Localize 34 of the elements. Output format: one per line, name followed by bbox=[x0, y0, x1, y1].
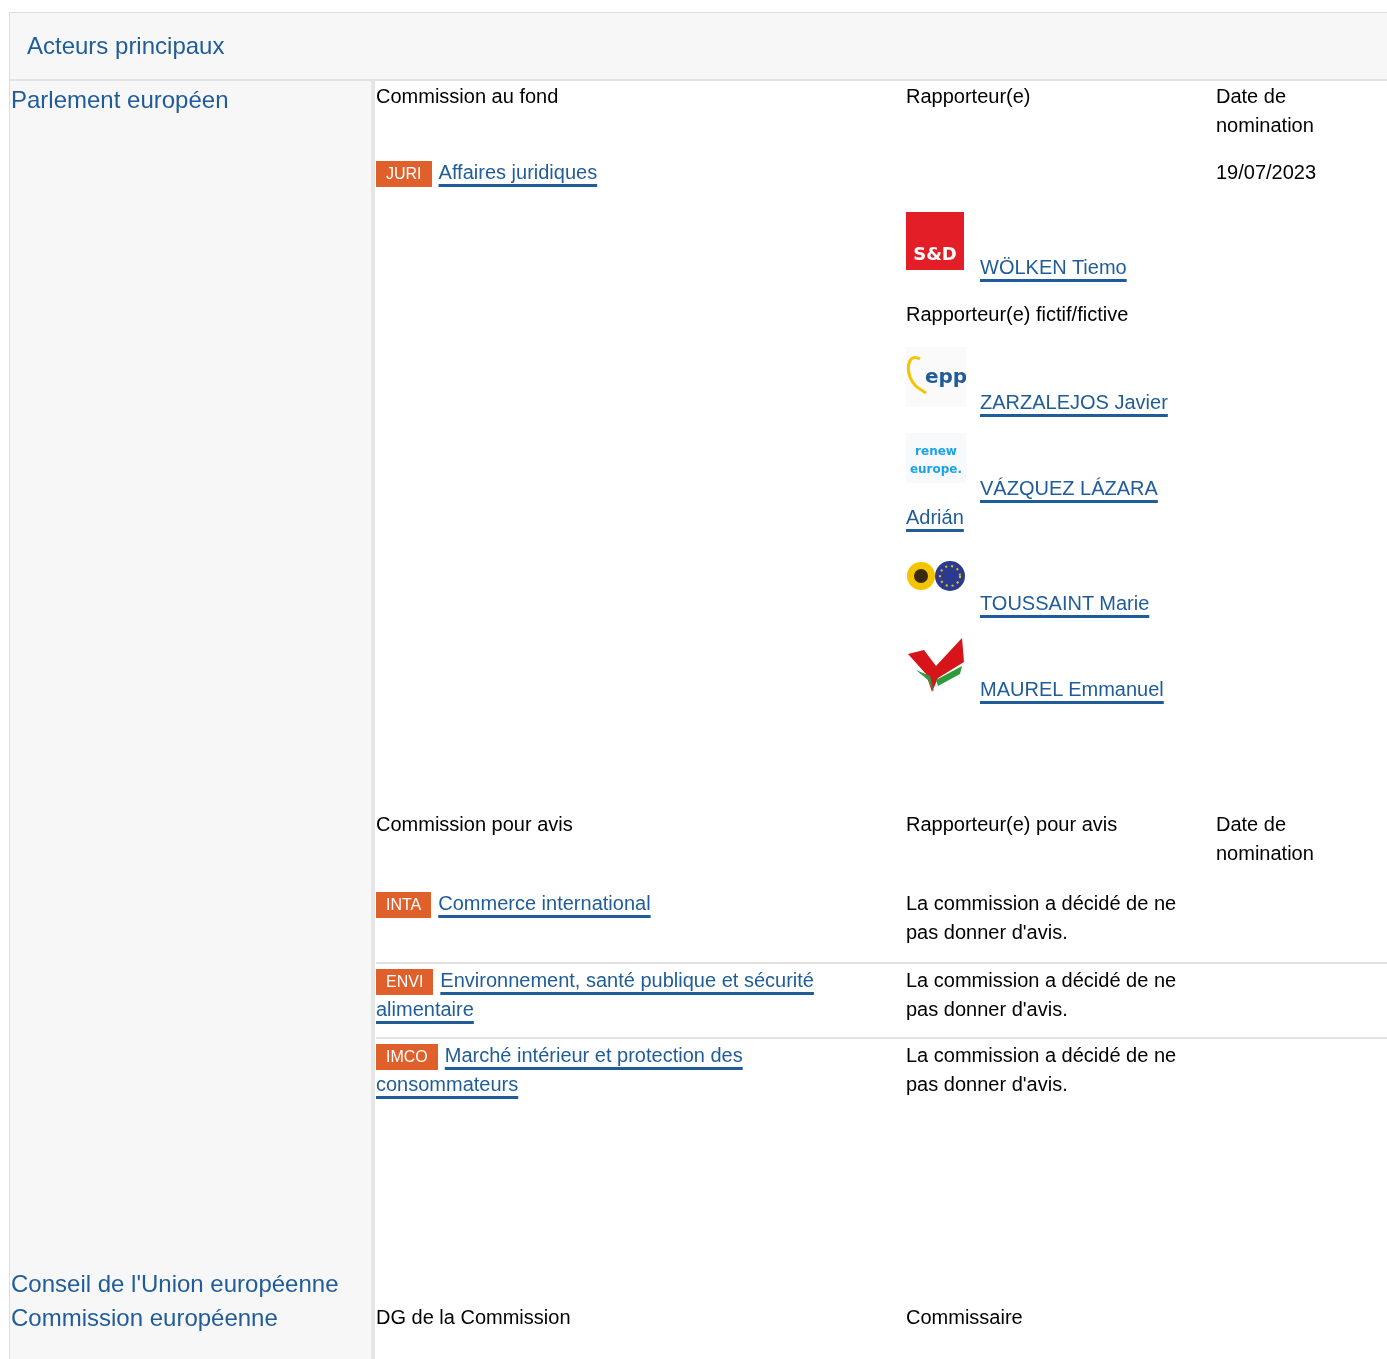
institution-name: Commission européenne bbox=[11, 1303, 279, 1333]
committee-code-badge: INTA bbox=[376, 892, 432, 918]
committee-link[interactable]: consommateurs bbox=[376, 1073, 519, 1095]
committee-code-badge: ENVI bbox=[376, 969, 434, 995]
column-header: Rapporteur(e) bbox=[906, 84, 1032, 109]
institution-name: Conseil de l'Union européenne bbox=[11, 1269, 340, 1299]
rapporteur-link[interactable]: MAUREL Emmanuel bbox=[980, 678, 1164, 700]
column-header: Commission pour avis bbox=[376, 812, 574, 837]
nomination-date: 19/07/2023 bbox=[1216, 160, 1318, 185]
column-header: Commission au fond bbox=[376, 84, 560, 109]
column-header: Date de nomination bbox=[1216, 84, 1315, 138]
committee-link[interactable]: Marché intérieur et protection des bbox=[444, 1044, 743, 1066]
opinion-status: La commission a décidé de ne pas donner d'avis. bbox=[906, 1043, 1178, 1097]
opinion-status: La commission a décidé de ne pas donner d'avis. bbox=[906, 968, 1178, 1022]
column-header: Date de nomination bbox=[1216, 812, 1315, 866]
rapporteur-link[interactable]: Adrián bbox=[906, 506, 964, 528]
committee-link[interactable]: Environnement, santé publique et sécurité bbox=[440, 969, 814, 991]
party-logo: epp bbox=[906, 347, 966, 409]
committee-link[interactable]: Affaires juridiques bbox=[438, 161, 598, 183]
institution-name: Parlement européen bbox=[11, 85, 230, 115]
rapporteur-link[interactable]: TOUSSAINT Marie bbox=[980, 592, 1150, 614]
committee-code-badge: JURI bbox=[376, 161, 432, 187]
column-header: DG de la Commission bbox=[376, 1305, 572, 1330]
column-header: Commissaire bbox=[906, 1305, 1024, 1330]
section-title: Acteurs principaux bbox=[27, 31, 225, 61]
committee-link[interactable]: alimentaire bbox=[376, 998, 474, 1020]
committee-code-badge: IMCO bbox=[376, 1044, 438, 1070]
opinion-status: La commission a décidé de ne pas donner d'avis. bbox=[906, 891, 1178, 945]
rapporteur-link[interactable]: WÖLKEN Tiemo bbox=[980, 256, 1127, 278]
shadow-rapporteur-label: Rapporteur(e) fictif/fictive bbox=[906, 302, 1130, 327]
rapporteur-link[interactable]: ZARZALEJOS Javier bbox=[980, 391, 1168, 413]
rapporteur-link[interactable]: VÁZQUEZ LÁZARA bbox=[980, 477, 1158, 499]
column-header: Rapporteur(e) pour avis bbox=[906, 812, 1119, 837]
committee-link[interactable]: Commerce international bbox=[438, 892, 651, 914]
